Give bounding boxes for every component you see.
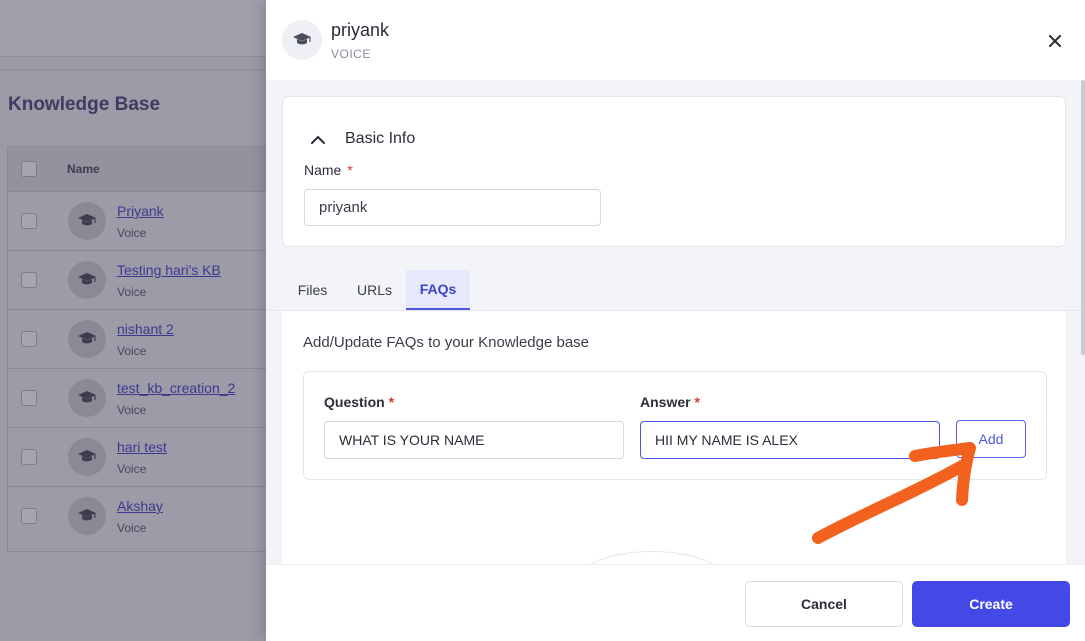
faq-heading: Add/Update FAQs to your Knowledge base <box>303 334 590 351</box>
chevron-up-icon[interactable] <box>308 129 328 149</box>
row-checkbox[interactable] <box>21 390 37 406</box>
knowledge-base-drawer: priyank VOICE Basic Info Name * Files URL… <box>266 0 1085 641</box>
tab-faqs[interactable]: FAQs <box>406 270 470 310</box>
question-label: Question * <box>324 394 394 410</box>
table-row: nishant 2 Voice <box>8 310 266 369</box>
content-tabs: Files URLs FAQs <box>282 270 1066 311</box>
required-mark: * <box>694 394 700 410</box>
required-mark: * <box>388 394 395 410</box>
graduation-cap-icon <box>68 202 106 240</box>
row-name-link[interactable]: Testing hari's KB <box>117 262 221 278</box>
row-checkbox[interactable] <box>21 331 37 347</box>
graduation-cap-icon <box>68 438 106 476</box>
drawer-title: priyank <box>331 20 390 40</box>
graduation-cap-icon <box>68 320 106 358</box>
graduation-cap-icon <box>68 497 106 535</box>
row-name-link[interactable]: Akshay <box>117 498 163 514</box>
question-label-text: Question <box>324 394 385 410</box>
add-faq-button[interactable]: Add <box>956 420 1026 458</box>
name-label: Name * <box>304 162 353 178</box>
row-type: Voice <box>117 226 147 240</box>
divider <box>0 69 266 70</box>
row-name-link[interactable]: hari test <box>117 439 167 455</box>
create-button[interactable]: Create <box>912 581 1070 627</box>
faq-panel: Add/Update FAQs to your Knowledge base Q… <box>282 311 1066 564</box>
name-label-text: Name <box>304 162 342 178</box>
graduation-cap-icon <box>68 379 106 417</box>
select-all-checkbox[interactable] <box>21 161 37 177</box>
row-type: Voice <box>117 285 147 299</box>
answer-label: Answer * <box>640 394 700 410</box>
tab-files[interactable]: Files <box>282 270 343 310</box>
basic-info-heading: Basic Info <box>345 130 416 147</box>
table-row: Akshay Voice <box>8 487 266 546</box>
row-name-link[interactable]: nishant 2 <box>117 321 174 337</box>
question-input[interactable] <box>324 421 624 459</box>
table-row: Testing hari's KB Voice <box>8 251 266 310</box>
row-name-link[interactable]: test_kb_creation_2 <box>117 380 235 396</box>
empty-state-illustration <box>577 551 727 564</box>
table-row: hari test Voice <box>8 428 266 487</box>
graduation-cap-icon <box>282 20 322 60</box>
table-row: test_kb_creation_2 Voice <box>8 369 266 428</box>
row-name-link[interactable]: Priyank <box>117 203 164 219</box>
answer-label-text: Answer <box>640 394 691 410</box>
cancel-button[interactable]: Cancel <box>745 581 903 627</box>
row-type: Voice <box>117 521 147 535</box>
basic-info-card: Basic Info Name * <box>282 96 1066 247</box>
row-checkbox[interactable] <box>21 272 37 288</box>
drawer-subtitle: VOICE <box>331 47 371 61</box>
table-row: Priyank Voice <box>8 192 266 251</box>
row-checkbox[interactable] <box>21 213 37 229</box>
name-input[interactable] <box>304 189 601 226</box>
scrollbar[interactable] <box>1081 80 1085 355</box>
tab-urls[interactable]: URLs <box>343 270 406 310</box>
required-mark: * <box>347 162 353 178</box>
faq-form-card: Question * Answer * Add <box>303 371 1047 480</box>
knowledge-base-table: Name Priyank Voice Testing hari's KB Voice n… <box>7 146 266 552</box>
table-header: Name <box>8 147 266 192</box>
row-checkbox[interactable] <box>21 449 37 465</box>
background-page: Knowledge Base Name Priyank Voice Testing … <box>0 0 266 641</box>
drawer-footer: Cancel Create <box>266 564 1085 641</box>
background-topbar <box>0 0 266 57</box>
column-header-name: Name <box>67 162 100 176</box>
row-type: Voice <box>117 462 147 476</box>
graduation-cap-icon <box>68 261 106 299</box>
answer-input[interactable] <box>640 421 940 459</box>
close-icon[interactable] <box>1046 32 1064 50</box>
row-type: Voice <box>117 344 147 358</box>
row-checkbox[interactable] <box>21 508 37 524</box>
page-title: Knowledge Base <box>8 94 161 115</box>
drawer-header: priyank VOICE <box>266 0 1085 80</box>
row-type: Voice <box>117 403 147 417</box>
drawer-body: Basic Info Name * Files URLs FAQs Add/Upd… <box>266 80 1085 564</box>
